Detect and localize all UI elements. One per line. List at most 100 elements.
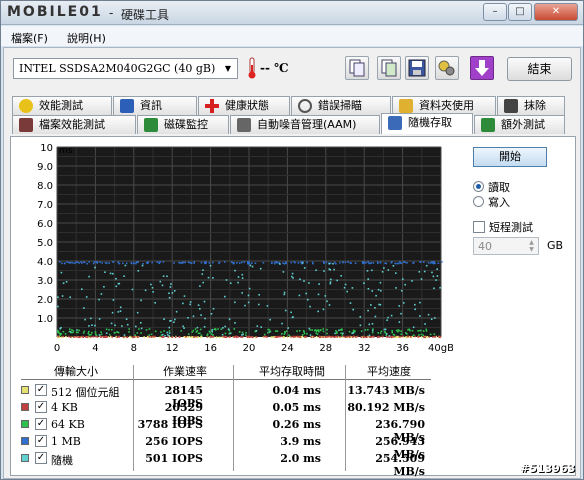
start-button[interactable]: 開始	[473, 147, 547, 167]
short-test-checkbox[interactable]: 短程測試	[473, 219, 533, 235]
scatter-point	[65, 335, 67, 338]
scatter-point	[71, 336, 73, 339]
download-button[interactable]	[470, 56, 494, 80]
scatter-point	[342, 335, 345, 338]
scatter-point	[100, 331, 102, 333]
copy-text-button[interactable]	[345, 56, 369, 80]
scatter-point	[234, 301, 236, 304]
test-size-input[interactable]: 40 ▲ ▼	[473, 237, 539, 255]
scatter-point	[419, 315, 421, 317]
magnifier-icon	[298, 99, 312, 113]
scatter-point	[306, 261, 308, 264]
scatter-point	[309, 334, 312, 336]
scatter-point	[413, 261, 415, 264]
scatter-point	[108, 262, 110, 264]
write-radio[interactable]: 寫入	[473, 194, 510, 210]
scatter-point	[62, 330, 65, 333]
scatter-point	[101, 335, 103, 338]
tab-disk-monitor[interactable]: 磁碟監控	[137, 115, 229, 134]
tab-extra-tests[interactable]: 額外測試	[474, 115, 565, 134]
chevron-down-icon[interactable]: ▼	[221, 61, 235, 76]
scatter-point	[145, 329, 148, 331]
scatter-point	[278, 335, 281, 338]
series-checkbox[interactable]: ✓	[35, 452, 47, 464]
drive-select[interactable]: INTEL SSDSA2M040G2GC (40 gB) ▼	[13, 58, 238, 79]
scatter-point	[286, 336, 289, 339]
scatter-point	[372, 262, 375, 264]
tab-label: 資料夾使用	[419, 99, 474, 112]
scatter-point	[196, 326, 199, 329]
copy-image-button[interactable]	[377, 56, 401, 80]
tab-random-access[interactable]: 隨機存取	[381, 113, 473, 134]
tab-erase[interactable]: 抹除	[497, 96, 565, 115]
menu-file[interactable]: 檔案(F)	[11, 30, 48, 46]
scatter-point	[61, 262, 63, 265]
scatter-point	[140, 332, 142, 334]
tab-file-benchmark[interactable]: 檔案效能測試	[12, 115, 136, 134]
scatter-point	[247, 262, 249, 265]
scatter-point	[190, 336, 193, 338]
scatter-point	[57, 335, 60, 338]
scatter-point	[235, 336, 238, 339]
scatter-point	[65, 281, 68, 283]
transfer-size-label: 512 個位元組	[51, 386, 120, 399]
series-checkbox[interactable]: ✓	[35, 384, 47, 396]
series-checkbox[interactable]: ✓	[35, 401, 47, 413]
scatter-point	[276, 335, 278, 338]
close-button[interactable]: ✕	[534, 3, 578, 21]
scatter-point	[256, 325, 259, 327]
scatter-point	[94, 331, 97, 333]
write-radio-dot[interactable]	[473, 196, 484, 207]
scatter-point	[370, 336, 372, 338]
scatter-point	[281, 322, 283, 325]
scatter-point	[117, 311, 120, 313]
scatter-point	[324, 295, 327, 297]
spinner-icon[interactable]: ▲ ▼	[526, 239, 537, 253]
scatter-point	[122, 262, 124, 265]
scatter-point	[210, 313, 213, 315]
scatter-point	[203, 300, 206, 303]
tab-aam[interactable]: 自動噪音管理(AAM)	[230, 115, 380, 134]
scatter-point	[247, 301, 250, 304]
scatter-point	[73, 336, 75, 338]
exit-button[interactable]: 結束	[507, 57, 572, 81]
scatter-point	[92, 262, 95, 265]
scatter-point	[326, 332, 328, 335]
col-header-iops: 作業速率	[163, 365, 207, 378]
scatter-point	[119, 310, 122, 312]
short-test-box[interactable]	[473, 221, 485, 233]
x-tick-label: 32	[358, 343, 371, 354]
scatter-point	[199, 328, 202, 331]
minimize-button[interactable]: –	[483, 3, 507, 21]
scatter-point	[403, 261, 405, 263]
scatter-point	[140, 299, 142, 302]
scatter-point	[276, 330, 279, 332]
scatter-point	[315, 269, 317, 271]
scatter-point	[187, 333, 190, 335]
read-radio[interactable]: 讀取	[473, 179, 510, 195]
scatter-point	[152, 335, 155, 338]
scatter-point	[215, 336, 218, 339]
scatter-point	[284, 331, 286, 333]
save-button[interactable]	[405, 56, 429, 80]
menu-help[interactable]: 說明(H)	[67, 30, 106, 46]
maximize-button[interactable]: □	[508, 3, 532, 21]
read-radio-dot[interactable]	[473, 181, 484, 192]
y-tick-label: 10	[40, 143, 53, 154]
series-checkbox[interactable]: ✓	[35, 435, 47, 447]
scatter-point	[437, 262, 440, 264]
scatter-point	[239, 336, 242, 338]
scatter-point	[314, 329, 317, 331]
scatter-point	[391, 261, 393, 263]
options-button[interactable]	[435, 56, 459, 80]
tab-info[interactable]: 資訊	[113, 96, 197, 115]
series-checkbox[interactable]: ✓	[35, 418, 47, 430]
scatter-point	[109, 272, 112, 275]
tab-health[interactable]: 健康狀態	[198, 96, 290, 115]
scatter-point	[94, 324, 96, 327]
scatter-point	[72, 330, 75, 332]
tab-error-scan[interactable]: 錯誤掃瞄	[291, 96, 391, 115]
scatter-point	[310, 336, 313, 338]
scatter-point	[203, 326, 206, 328]
tab-benchmark[interactable]: 效能測試	[12, 96, 112, 115]
